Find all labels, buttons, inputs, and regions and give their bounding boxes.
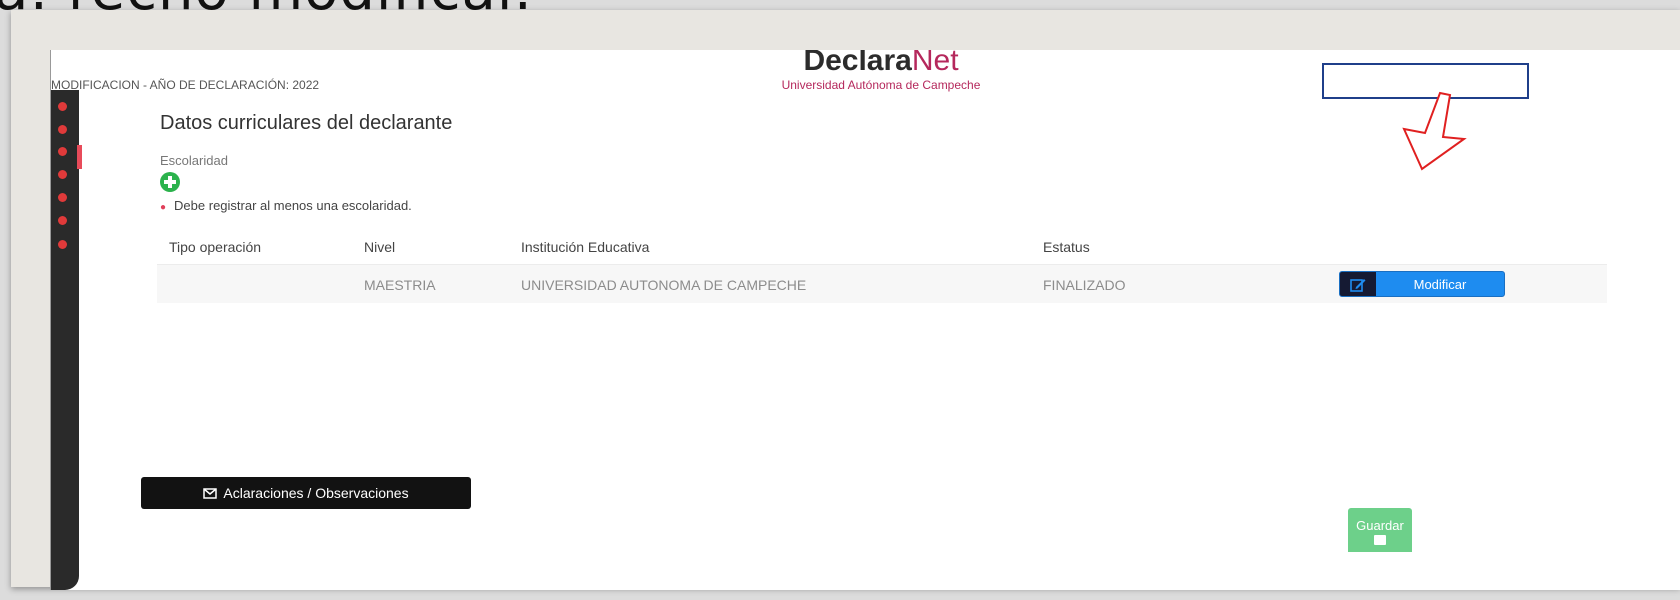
modificar-button[interactable]: Modificar	[1339, 271, 1505, 297]
cell-estatus: FINALIZADO	[1043, 277, 1126, 293]
validation-message: ● Debe registrar al menos una escolaridad…	[160, 198, 412, 213]
aclaraciones-button[interactable]: Aclaraciones / Observaciones	[141, 477, 471, 509]
page-title: Datos curriculares del declarante	[160, 112, 453, 134]
step-dot-icon[interactable]	[58, 240, 67, 249]
add-escolaridad-button[interactable]	[160, 172, 180, 192]
validation-text: Debe registrar al menos una escolaridad.	[174, 198, 412, 213]
step-dot-icon[interactable]	[58, 102, 67, 111]
envelope-icon	[203, 487, 218, 499]
field-label: Escolaridad	[160, 153, 228, 168]
guardar-label: Guardar	[1356, 518, 1404, 533]
step-dot-icon[interactable]	[58, 193, 67, 202]
cell-nivel: MAESTRIA	[364, 277, 436, 293]
annotation-arrow-icon	[1402, 91, 1467, 171]
step-dot-icon[interactable]	[58, 216, 67, 225]
left-sidebar	[51, 90, 79, 590]
brand-name-part2: Net	[911, 50, 959, 77]
column-header: Institución Educativa	[521, 239, 650, 255]
step-dot-icon[interactable]	[58, 170, 67, 179]
warning-dot-icon: ●	[160, 202, 167, 213]
screenshot-frame: MODIFICACION - AÑO DE DECLARACIÓN: 2022 …	[11, 10, 1680, 590]
brand-subtitle: Universidad Autónoma de Campeche	[781, 78, 981, 92]
aclaraciones-label: Aclaraciones / Observaciones	[223, 485, 409, 501]
app-window: MODIFICACION - AÑO DE DECLARACIÓN: 2022 …	[50, 50, 1680, 590]
declaration-title: MODIFICACION - AÑO DE DECLARACIÓN: 2022	[51, 78, 320, 92]
column-header: Tipo operación	[169, 239, 262, 255]
brand-logo: DeclaraNet Universidad Autónoma de Campe…	[721, 50, 1041, 92]
edit-icon	[1340, 272, 1376, 296]
column-header: Nivel	[364, 239, 396, 255]
step-dot-icon[interactable]	[58, 125, 67, 134]
column-header: Estatus	[1043, 239, 1090, 255]
cell-institucion: UNIVERSIDAD AUTONOMA DE CAMPECHE	[521, 277, 807, 293]
modificar-label: Modificar	[1413, 277, 1467, 292]
active-step-indicator	[77, 145, 82, 169]
step-dot-icon[interactable]	[58, 147, 67, 156]
brand-name-part1: Declara	[803, 50, 912, 77]
guardar-button[interactable]: Guardar	[1348, 508, 1412, 552]
save-icon	[1374, 535, 1386, 545]
